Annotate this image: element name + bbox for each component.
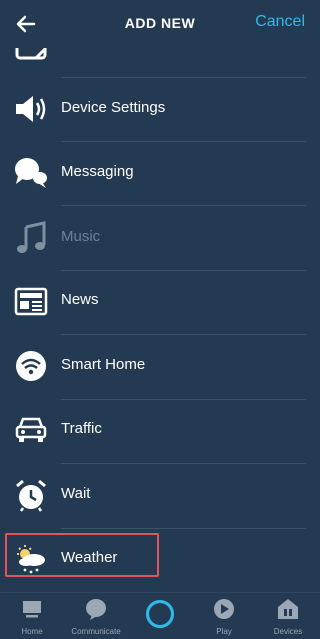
nav-label: Communicate (71, 627, 121, 636)
list-item-label: Music (61, 228, 101, 245)
devices-icon (278, 599, 298, 619)
list-item-news[interactable]: News (0, 269, 320, 333)
nav-label: Devices (273, 627, 303, 636)
nav-label: Play (216, 627, 232, 636)
nav-devices[interactable]: Devices (256, 593, 320, 639)
play-icon (214, 599, 234, 619)
nav-label: Home (21, 627, 43, 636)
nav-home[interactable]: Home (0, 593, 64, 639)
list-item-label: Smart Home (61, 356, 146, 373)
nav-alexa[interactable] (128, 593, 192, 639)
list-item-wait[interactable]: Wait (0, 463, 320, 527)
chat-bubbles-icon (15, 158, 47, 188)
list-item-device-settings[interactable]: Device Settings (0, 77, 320, 141)
music-note-icon (17, 221, 46, 253)
speaker-icon (16, 96, 46, 122)
cancel-button[interactable]: Cancel (255, 13, 305, 31)
car-icon (15, 417, 47, 442)
alarm-clock-icon (16, 479, 46, 512)
bottom-navigation: Home Communicate Play Devices (0, 592, 320, 639)
list-item-messaging[interactable]: Messaging (0, 141, 320, 205)
home-icon (23, 601, 41, 618)
alexa-ring-icon (145, 599, 175, 629)
wifi-icon (16, 351, 46, 381)
nav-communicate[interactable]: Communicate (64, 593, 128, 639)
top-bar: ADD NEW Cancel (0, 0, 320, 48)
list-item-label: Messaging (61, 163, 134, 180)
list-item-label: Traffic (61, 420, 102, 437)
list-item-label: News (61, 291, 99, 308)
weather-highlight-box (5, 533, 159, 577)
list-item-traffic[interactable]: Traffic (0, 398, 320, 462)
nav-play[interactable]: Play (192, 593, 256, 639)
options-list: Calendar Device Settings Messaging Music (0, 0, 320, 592)
list-item-label: Device Settings (61, 99, 166, 116)
list-item-smart-home[interactable]: Smart Home (0, 334, 320, 398)
list-item-music[interactable]: Music (0, 206, 320, 270)
list-item-label: Wait (61, 485, 91, 502)
newspaper-icon (14, 287, 48, 316)
communicate-icon (86, 599, 106, 620)
